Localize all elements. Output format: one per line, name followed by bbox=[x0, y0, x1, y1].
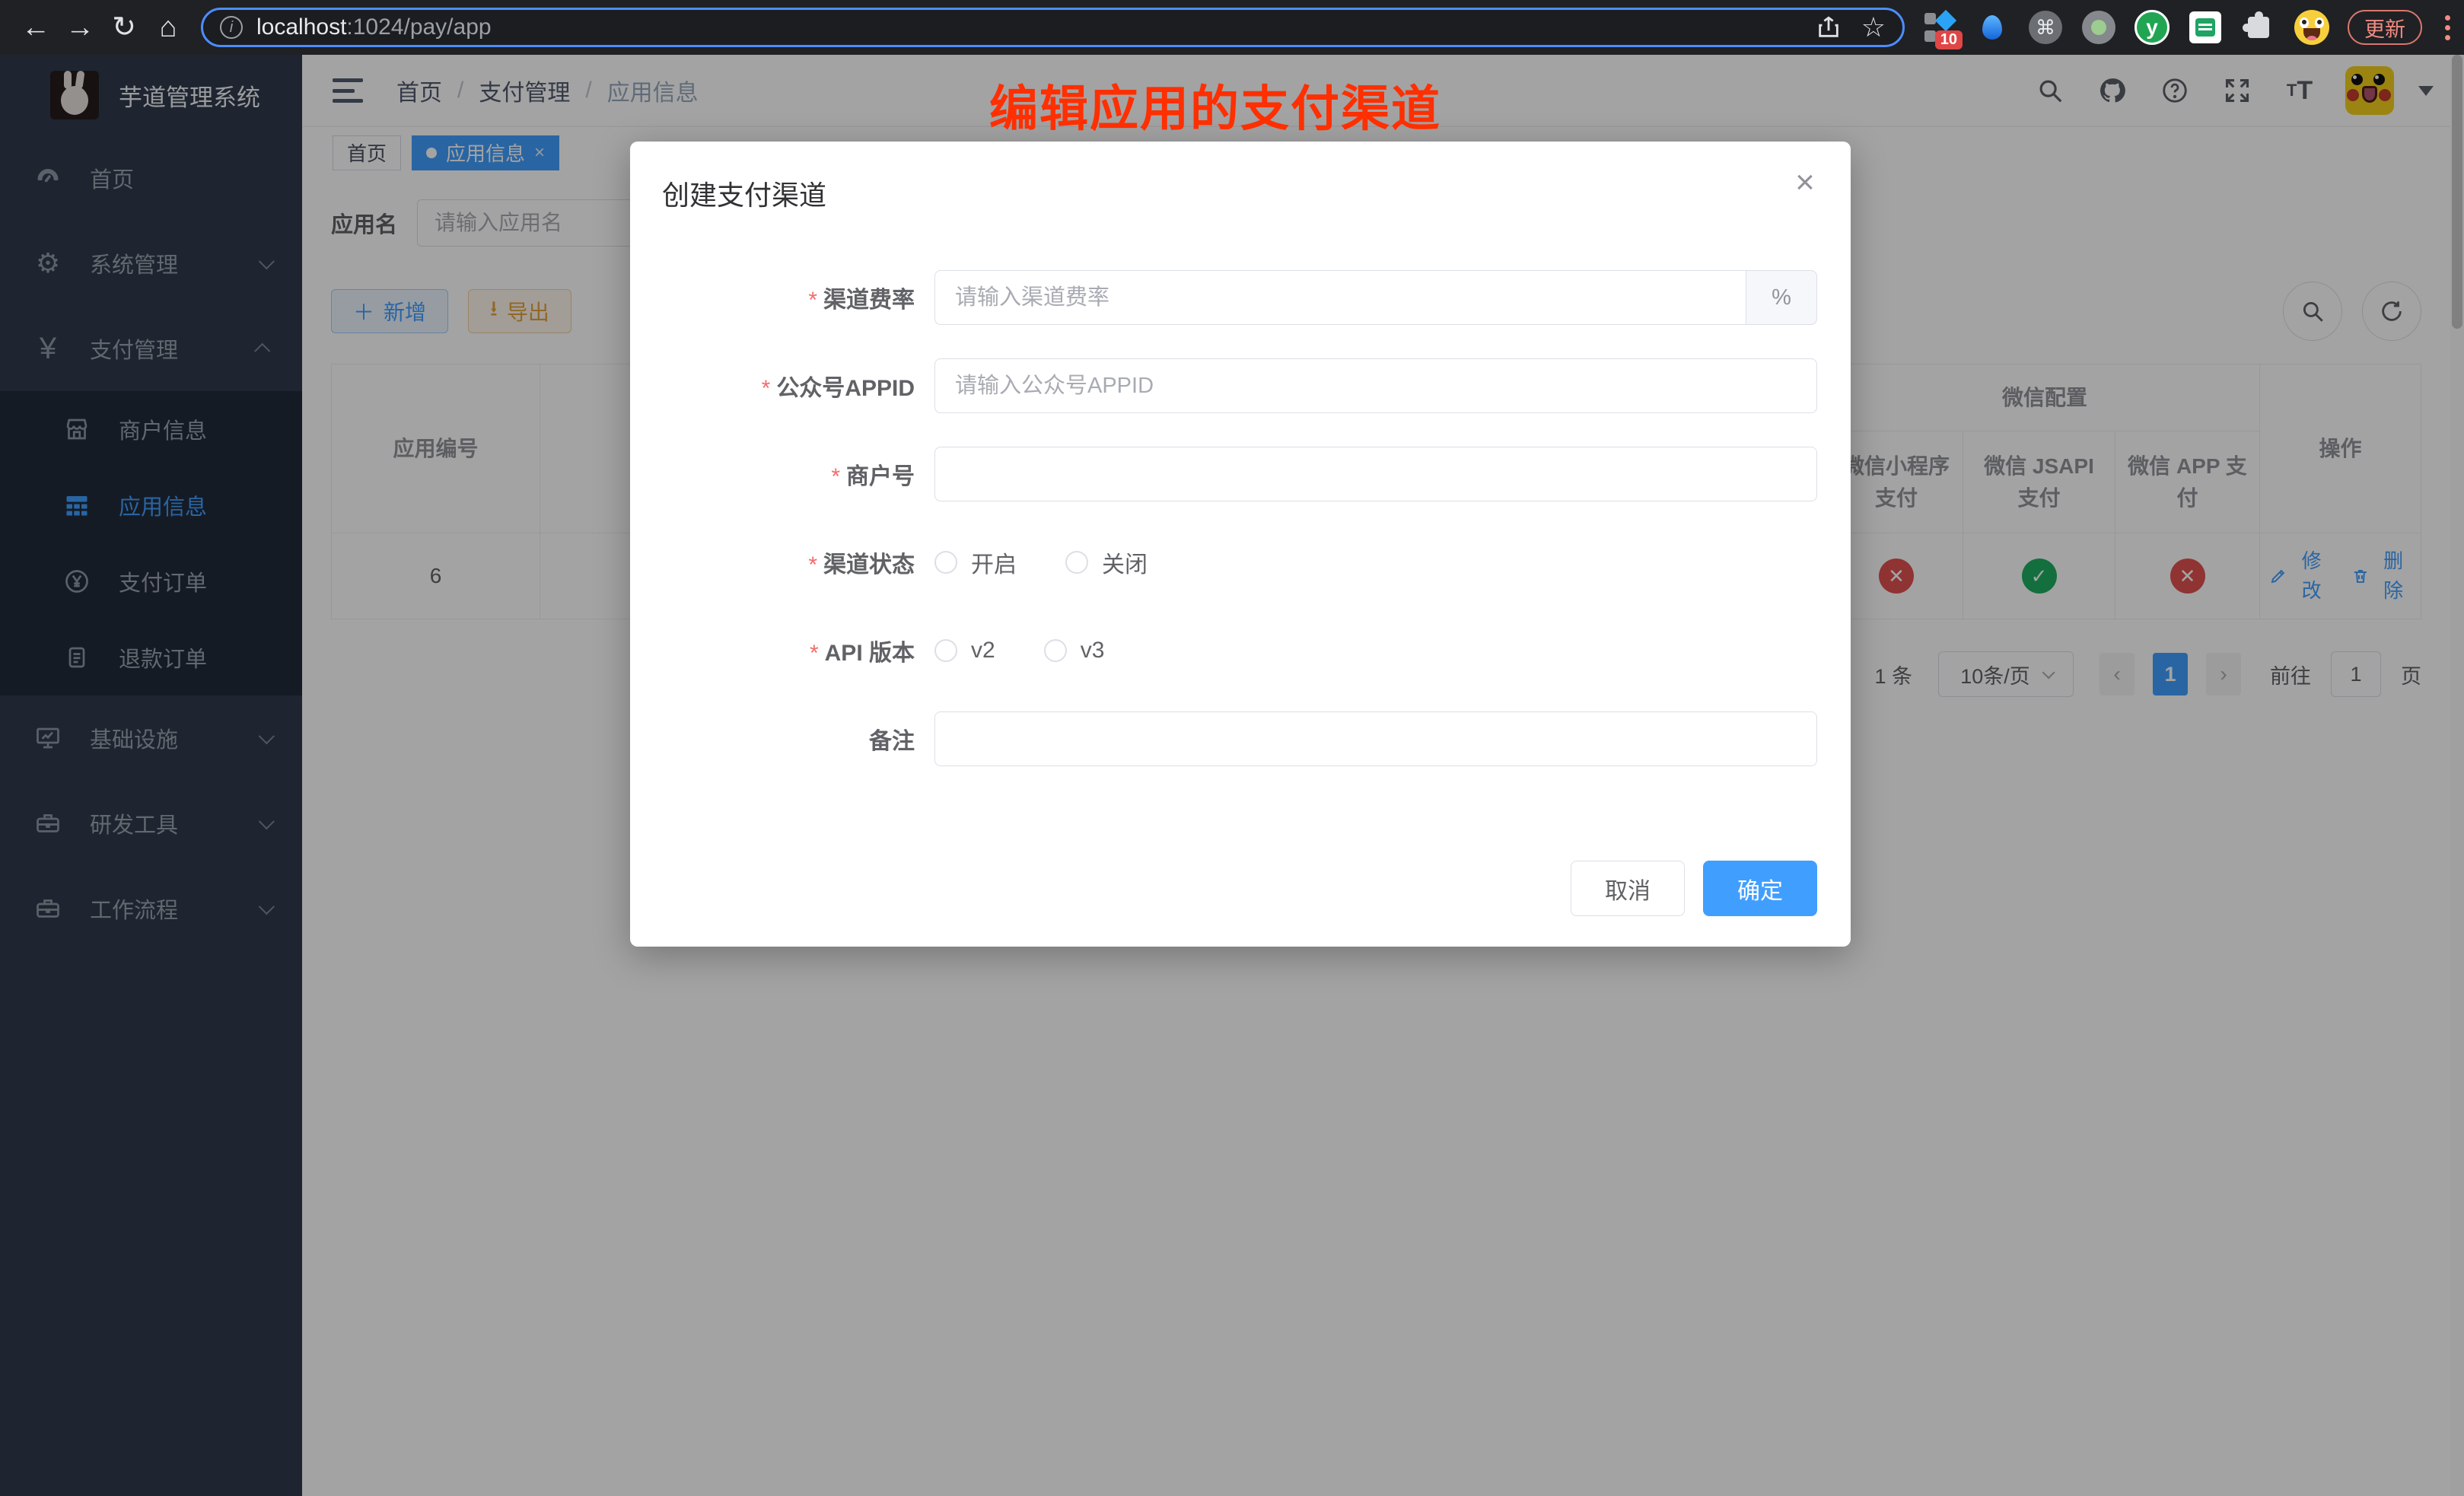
mchid-input[interactable] bbox=[934, 447, 1817, 501]
radio-api-v3[interactable]: v3 bbox=[1044, 638, 1105, 664]
percent-suffix: % bbox=[1746, 270, 1817, 325]
browser-chrome: ← → ↻ ⌂ i localhost:1024/pay/app ☆ 10 ⌘ … bbox=[0, 0, 2464, 55]
appid-label: 公众号APPID bbox=[776, 376, 915, 401]
chat-extension-icon[interactable] bbox=[2188, 10, 2223, 45]
kanban-extension-icon[interactable]: 10 bbox=[1921, 10, 1956, 45]
radio-icon bbox=[934, 551, 957, 574]
extension-toolbar: 10 ⌘ y 更新 bbox=[1921, 10, 2450, 45]
browser-home-button[interactable]: ⌂ bbox=[146, 5, 190, 49]
cancel-button[interactable]: 取消 bbox=[1571, 861, 1685, 916]
balloon-extension-icon[interactable] bbox=[1975, 10, 2010, 45]
profile-avatar-icon[interactable] bbox=[2294, 10, 2329, 45]
form-row-remark: 备注 bbox=[630, 711, 1851, 766]
site-info-icon[interactable]: i bbox=[220, 16, 243, 39]
url-text: localhost:1024/pay/app bbox=[256, 14, 1816, 40]
radio-status-enable[interactable]: 开启 bbox=[934, 546, 1017, 579]
mchid-label: 商户号 bbox=[846, 464, 915, 489]
puzzle-extensions-icon[interactable] bbox=[2241, 10, 2276, 45]
radio-api-v2[interactable]: v2 bbox=[934, 638, 995, 664]
form-row-rate: *渠道费率 % bbox=[630, 270, 1851, 325]
share-icon[interactable] bbox=[1816, 14, 1842, 40]
api-version-label: API 版本 bbox=[825, 641, 915, 666]
extension-badge: 10 bbox=[1935, 30, 1963, 49]
appid-input[interactable] bbox=[934, 358, 1817, 413]
browser-back-button[interactable]: ← bbox=[14, 5, 58, 49]
address-bar[interactable]: i localhost:1024/pay/app ☆ bbox=[201, 8, 1905, 47]
radio-icon bbox=[934, 639, 957, 662]
annotation-text: 编辑应用的支付渠道 bbox=[989, 70, 1441, 140]
dialog-form: *渠道费率 % *公众号APPID *商户号 bbox=[630, 270, 1851, 800]
y-extension-icon[interactable]: y bbox=[2135, 10, 2170, 45]
command-extension-icon[interactable]: ⌘ bbox=[2028, 10, 2063, 45]
form-row-status: *渠道状态 开启 关闭 bbox=[630, 535, 1851, 590]
remark-label: 备注 bbox=[869, 729, 915, 754]
bookmark-star-icon[interactable]: ☆ bbox=[1861, 11, 1886, 43]
form-row-appid: *公众号APPID bbox=[630, 358, 1851, 413]
status-label: 渠道状态 bbox=[823, 552, 915, 578]
form-row-api-version: *API 版本 v2 v3 bbox=[630, 623, 1851, 678]
rate-input[interactable] bbox=[934, 270, 1746, 325]
browser-reload-button[interactable]: ↻ bbox=[102, 5, 146, 49]
radio-icon bbox=[1044, 639, 1067, 662]
rate-label: 渠道费率 bbox=[823, 288, 915, 313]
dialog-title: 创建支付渠道 bbox=[662, 173, 826, 213]
browser-forward-button[interactable]: → bbox=[58, 5, 102, 49]
dot-extension-icon[interactable] bbox=[2081, 10, 2116, 45]
close-icon[interactable]: × bbox=[1785, 163, 1825, 202]
remark-input[interactable] bbox=[934, 711, 1817, 766]
url-host: localhost bbox=[256, 14, 346, 40]
create-pay-channel-dialog: 创建支付渠道 × *渠道费率 % *公众号APPID bbox=[630, 142, 1851, 947]
form-row-mchid: *商户号 bbox=[630, 447, 1851, 501]
app-viewport: 芋道管理系统 首页 ⚙ 系统管理 ¥ 支付管理 商户信息 bbox=[0, 55, 2464, 1496]
screen: ← → ↻ ⌂ i localhost:1024/pay/app ☆ 10 ⌘ … bbox=[0, 0, 2464, 1496]
confirm-button[interactable]: 确定 bbox=[1703, 861, 1817, 916]
radio-status-disable[interactable]: 关闭 bbox=[1065, 546, 1148, 579]
radio-icon bbox=[1065, 551, 1088, 574]
url-path: :1024/pay/app bbox=[346, 14, 491, 40]
browser-update-button[interactable]: 更新 bbox=[2348, 10, 2422, 45]
browser-menu-icon[interactable] bbox=[2445, 15, 2450, 40]
